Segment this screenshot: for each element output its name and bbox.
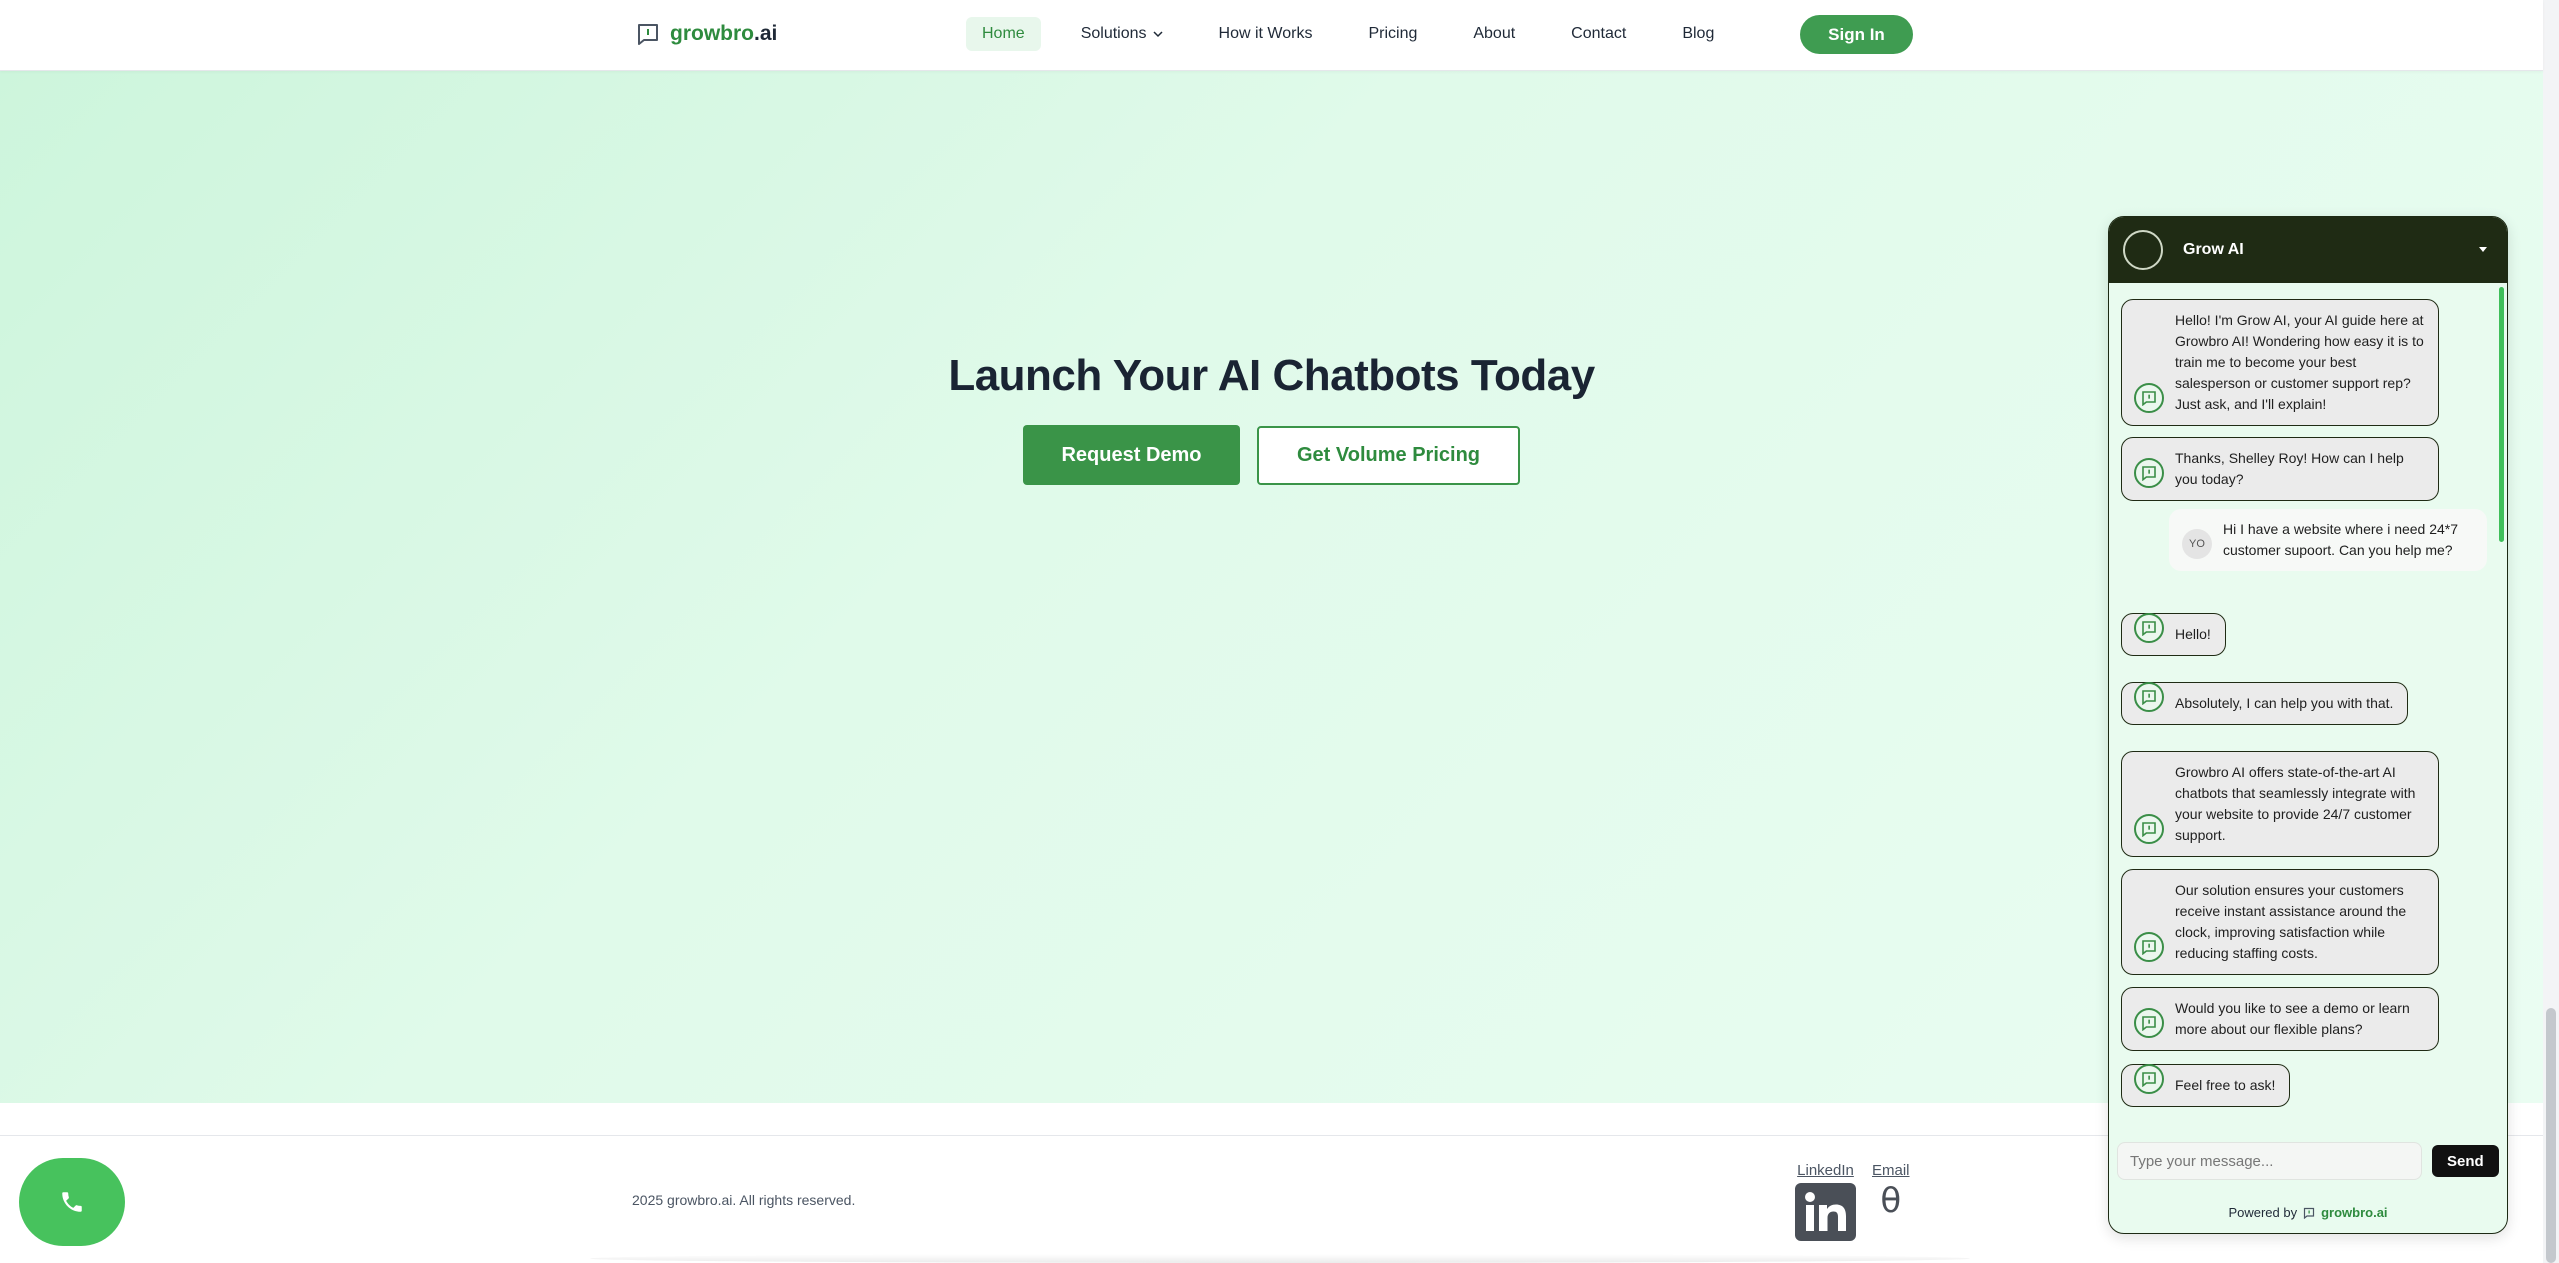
bot-message: Feel free to ask! [2121, 1064, 2291, 1107]
bot-message: Absolutely, I can help you with that. [2121, 682, 2409, 725]
bot-message: Hello! I'm Grow AI, your AI guide here a… [2121, 299, 2439, 426]
logo-text: growbro.ai [670, 22, 778, 45]
nav-home[interactable]: Home [966, 17, 1041, 51]
logo[interactable]: growbro.ai [636, 22, 777, 46]
nav-solutions[interactable]: Solutions [1065, 17, 1179, 51]
bot-chat-icon [2134, 383, 2164, 413]
email-link[interactable]: Email [1872, 1162, 1910, 1179]
nav-contact[interactable]: Contact [1555, 17, 1642, 51]
collapse-caret-icon[interactable] [2479, 247, 2487, 252]
powered-by-brand-link[interactable]: growbro.ai [2321, 1205, 2387, 1220]
page-scrollbar[interactable] [2543, 0, 2559, 1263]
main-nav: Home Solutions How it Works Pricing Abou… [966, 17, 1754, 51]
linkedin-link-group: LinkedIn [1795, 1162, 1856, 1241]
request-demo-button[interactable]: Request Demo [1023, 425, 1240, 485]
email-icon[interactable]: θ [1880, 1181, 1901, 1221]
send-button[interactable]: Send [2431, 1145, 2499, 1177]
call-button[interactable] [19, 1158, 125, 1246]
volume-pricing-button[interactable]: Get Volume Pricing [1257, 426, 1520, 485]
bot-message: Would you like to see a demo or learn mo… [2121, 987, 2439, 1051]
bot-chat-icon [2134, 1008, 2164, 1038]
site-header: growbro.ai Home Solutions How it Works P… [0, 0, 2543, 71]
page-scrollbar-thumb[interactable] [2546, 1008, 2556, 1263]
chat-title: Grow AI [2183, 241, 2244, 258]
chevron-down-icon [1152, 31, 1163, 38]
chat-message-input[interactable] [2117, 1142, 2422, 1180]
linkedin-link[interactable]: LinkedIn [1797, 1162, 1854, 1179]
chat-messages[interactable]: Hello! I'm Grow AI, your AI guide here a… [2109, 283, 2507, 1133]
growbro-logo-icon [2303, 1207, 2315, 1219]
bot-chat-icon [2134, 932, 2164, 962]
chat-input-row: Send [2109, 1133, 2507, 1189]
copyright-text: 2025 growbro.ai. All rights reserved. [632, 1192, 856, 1208]
bot-message: Thanks, Shelley Roy! How can I help you … [2121, 437, 2439, 501]
chat-header[interactable]: Grow AI [2109, 217, 2507, 283]
nav-blog[interactable]: Blog [1666, 17, 1730, 51]
sign-in-button[interactable]: Sign In [1800, 15, 1913, 54]
bot-message: Our solution ensures your customers rece… [2121, 869, 2439, 975]
nav-about[interactable]: About [1457, 17, 1531, 51]
bot-chat-icon [2134, 682, 2164, 712]
bot-chat-icon [2134, 1064, 2164, 1094]
powered-by: Powered by growbro.ai [2228, 1205, 2388, 1220]
user-message: YO Hi I have a website where i need 24*7… [2169, 509, 2487, 571]
bot-message: Hello! [2121, 613, 2226, 656]
bot-chat-icon [2134, 814, 2164, 844]
bot-chat-icon [2134, 613, 2164, 643]
chat-widget: Grow AI Hello! I'm Grow AI, your AI guid… [2108, 216, 2508, 1234]
bot-message: Growbro AI offers state-of-the-art AI ch… [2121, 751, 2439, 857]
nav-how-it-works[interactable]: How it Works [1203, 17, 1329, 51]
phone-icon [62, 1192, 82, 1212]
chat-scrollbar-thumb[interactable] [2499, 287, 2504, 542]
chat-bubble-icon [638, 24, 658, 45]
user-avatar: YO [2182, 529, 2212, 559]
bot-chat-icon [2134, 458, 2164, 488]
email-link-group: Email θ [1872, 1162, 1910, 1221]
linkedin-icon[interactable] [1795, 1183, 1856, 1241]
chat-avatar [2123, 230, 2163, 270]
nav-pricing[interactable]: Pricing [1352, 17, 1433, 51]
footer-shadow [590, 1254, 1970, 1263]
